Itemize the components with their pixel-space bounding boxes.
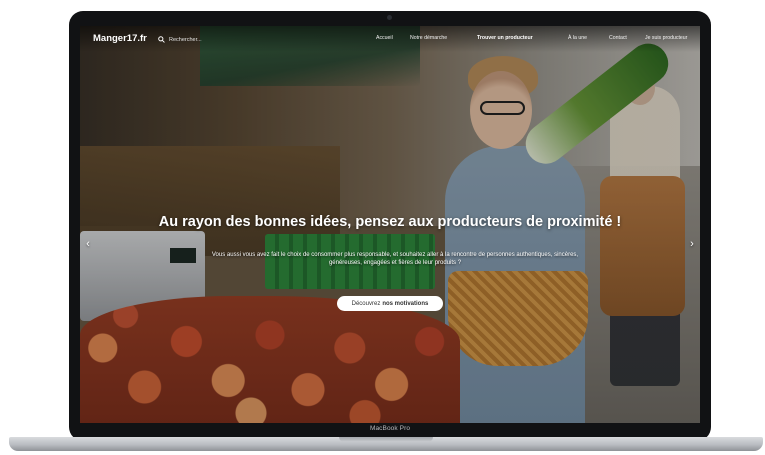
menu-item-trouver-producteur[interactable]: Trouver un producteur — [477, 35, 533, 41]
laptop-screen: Manger17.fr Accueil Notre démarche Trouv… — [80, 26, 700, 423]
cta-bold-label: nos motivations — [382, 300, 429, 307]
menu-item-notre-demarche[interactable]: Notre démarche — [410, 35, 447, 41]
arrow-left-icon[interactable]: ‹ — [82, 237, 94, 251]
main-menu: Accueil Notre démarche Trouver un produc… — [80, 35, 700, 45]
bezel-label: MacBook Pro — [369, 425, 411, 432]
menu-item-a-la-une[interactable]: À la une — [568, 35, 587, 41]
hero-description: Vous aussi vous avez fait le choix de co… — [211, 252, 579, 266]
menu-item-accueil[interactable]: Accueil — [376, 35, 393, 41]
camera-icon — [387, 15, 392, 20]
menu-item-je-suis-producteur[interactable]: Je suis producteur — [645, 35, 687, 41]
menu-item-contact[interactable]: Contact — [609, 35, 627, 41]
hero-title: Au rayon des bonnes idées, pensez aux pr… — [158, 214, 622, 230]
cta-prefix: Découvrez — [351, 300, 381, 307]
discover-motivations-button[interactable]: Découvrez nos motivations — [337, 296, 443, 311]
site-header: Manger17.fr Accueil Notre démarche Trouv… — [80, 26, 700, 52]
arrow-right-icon[interactable]: › — [686, 237, 698, 251]
laptop-lid: Manger17.fr Accueil Notre démarche Trouv… — [69, 11, 711, 441]
laptop-base — [9, 437, 763, 451]
laptop-base-notch — [339, 437, 433, 442]
